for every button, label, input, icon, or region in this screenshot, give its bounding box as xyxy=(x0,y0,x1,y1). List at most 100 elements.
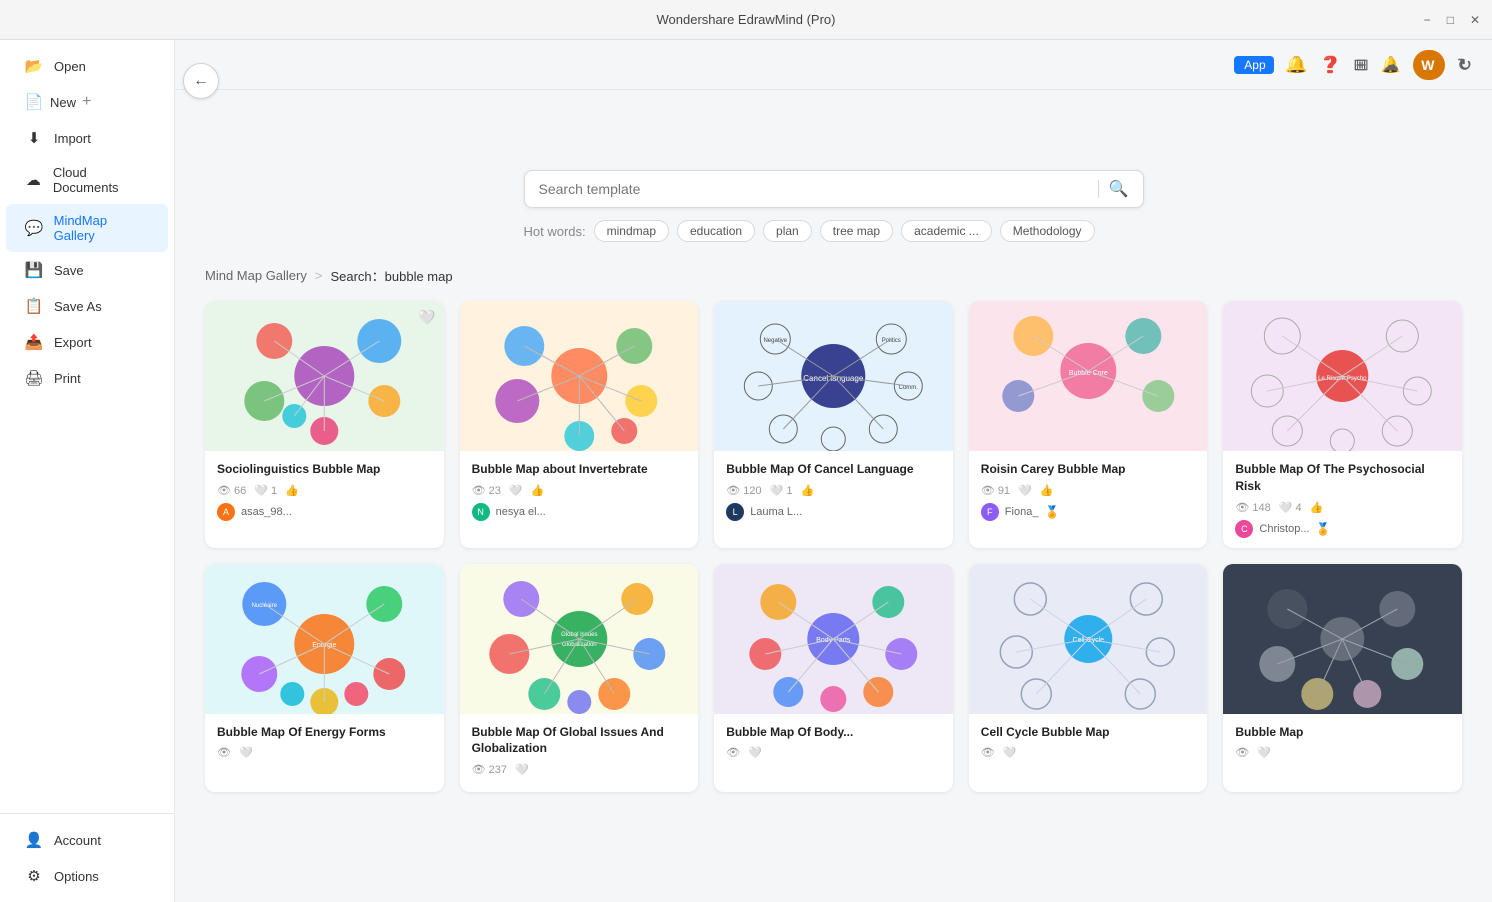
card-thumbnail xyxy=(460,301,699,451)
card-thumbnail xyxy=(1223,564,1462,714)
sidebar-item-export[interactable]: 📤 Export xyxy=(6,324,168,360)
card-stats: 👁 🤍 xyxy=(217,746,432,759)
minimize-btn[interactable]: − xyxy=(1424,13,1431,27)
maximize-btn[interactable]: □ xyxy=(1447,13,1454,27)
search-bar: 🔍 xyxy=(524,170,1144,208)
view-icon: 👁 91 xyxy=(981,484,1010,497)
gallery-card[interactable]: Energie Nucléaire xyxy=(205,564,444,793)
card-author: A asas_98... xyxy=(217,503,432,521)
close-btn[interactable]: ✕ xyxy=(1470,13,1480,27)
card-thumbnail: Bubble Core xyxy=(969,301,1208,451)
card-author: F Fiona_ 🏅 xyxy=(981,503,1196,521)
breadcrumb-gallery[interactable]: Mind Map Gallery xyxy=(205,268,307,283)
heart-icon[interactable]: 🤍 xyxy=(418,309,435,326)
sidebar: 📂 Open 📄 New + ⬇ Import ☁ Cloud Document… xyxy=(0,40,175,902)
print-icon: 🖨 xyxy=(24,369,44,387)
breadcrumb-current: Search：bubble map xyxy=(330,266,452,285)
gallery-card[interactable]: Cell Cycle xyxy=(969,564,1208,793)
user-initial-badge[interactable]: W xyxy=(1413,50,1443,80)
view-icon: 👁 xyxy=(1235,746,1249,759)
view-icon: 👁 148 xyxy=(1235,501,1270,514)
gallery-card[interactable]: 🤍 Duplicate Sociolinguistics Bubble Map … xyxy=(205,301,444,548)
sidebar-item-save-as[interactable]: 📋 Save As xyxy=(6,288,168,324)
tag-methodology[interactable]: Methodology xyxy=(1000,220,1095,242)
svg-text:Globalization: Globalization xyxy=(562,642,597,648)
sidebar-item-print[interactable]: 🖨 Print xyxy=(6,360,168,396)
sidebar-item-open[interactable]: 📂 Open xyxy=(6,48,168,84)
tag-treemap[interactable]: tree map xyxy=(820,220,893,242)
card-stats: 👁 🤍 xyxy=(1235,746,1450,759)
gallery-card[interactable]: Body Parts xyxy=(714,564,953,793)
sidebar-item-mindmap-gallery[interactable]: 💬 MindMap Gallery xyxy=(6,204,168,252)
cloud-upload-icon[interactable]: ☁ xyxy=(1383,55,1399,75)
titlebar: Wondershare EdrawMind (Pro) − □ ✕ xyxy=(0,0,1492,40)
sync-icon[interactable]: ↻ xyxy=(1457,55,1472,76)
gallery-card[interactable]: Le Risque Psycho xyxy=(1223,301,1462,548)
card-info: Sociolinguistics Bubble Map 👁 66 🤍 1 👍 A… xyxy=(205,451,444,531)
card-info: Bubble Map Of Global Issues And Globaliz… xyxy=(460,714,699,793)
gold-badge: 🏅 xyxy=(1044,505,1059,519)
sidebar-item-gallery-label: MindMap Gallery xyxy=(54,213,150,243)
svg-text:Global Issues: Global Issues xyxy=(561,632,597,638)
svg-text:Comm.: Comm. xyxy=(899,385,919,391)
like-icon: 🤍 1 xyxy=(254,484,277,497)
gallery-card[interactable]: Bubble Map 👁 🤍 xyxy=(1223,564,1462,793)
card-title: Bubble Map Of Global Issues And Globaliz… xyxy=(472,724,687,758)
thumb-icon: 👍 xyxy=(285,484,299,497)
card-stats: 👁 23 🤍 👍 xyxy=(472,484,687,497)
card-title: Bubble Map xyxy=(1235,724,1450,741)
view-icon: 👁 120 xyxy=(726,484,761,497)
author-name: Christop... xyxy=(1259,523,1309,535)
save-as-icon: 📋 xyxy=(24,297,44,315)
gallery-card[interactable]: Cancel language Negative Politics Comm. xyxy=(714,301,953,548)
author-name: Lauma L... xyxy=(750,506,802,518)
sidebar-item-save[interactable]: 💾 Save xyxy=(6,252,168,288)
gallery-card[interactable]: Bubble Core Roisin Carey Bubble M xyxy=(969,301,1208,548)
back-button-wrapper: ← xyxy=(175,55,227,107)
gallery-card[interactable]: Global Issues Globalization xyxy=(460,564,699,793)
card-title: Bubble Map Of Cancel Language xyxy=(726,461,941,478)
author-avatar: A xyxy=(217,503,235,521)
tag-mindmap[interactable]: mindmap xyxy=(594,220,669,242)
tag-plan[interactable]: plan xyxy=(763,220,812,242)
card-thumbnail: Body Parts xyxy=(714,564,953,714)
like-icon: 🤍 4 xyxy=(1279,501,1302,514)
tag-academic[interactable]: academic ... xyxy=(901,220,992,242)
topbar-right: App 🔔 ❓ ⊞ ☁ W ↻ xyxy=(1216,40,1492,90)
author-name: Fiona_ xyxy=(1005,506,1039,518)
sidebar-item-new[interactable]: 📄 New + xyxy=(6,84,168,120)
sidebar-item-account[interactable]: 👤 Account xyxy=(6,822,168,858)
author-avatar: L xyxy=(726,503,744,521)
card-thumbnail: Cell Cycle xyxy=(969,564,1208,714)
thumb-icon: 👍 xyxy=(531,484,545,497)
sidebar-item-export-label: Export xyxy=(54,335,92,350)
view-icon: 👁 xyxy=(726,746,740,759)
author-avatar: F xyxy=(981,503,999,521)
sidebar-item-save-label: Save xyxy=(54,263,84,278)
author-name: asas_98... xyxy=(241,506,292,518)
back-button[interactable]: ← xyxy=(183,63,219,99)
sidebar-item-account-label: Account xyxy=(54,833,101,848)
window-controls: − □ ✕ xyxy=(1424,13,1480,27)
card-thumbnail: Cancel language Negative Politics Comm. xyxy=(714,301,953,451)
tag-education[interactable]: education xyxy=(677,220,755,242)
card-stats: 👁 91 🤍 👍 xyxy=(981,484,1196,497)
bell-icon[interactable]: 🔔 xyxy=(1288,55,1308,75)
author-avatar: C xyxy=(1235,520,1253,538)
sidebar-item-options[interactable]: ⚙ Options xyxy=(6,858,168,894)
sidebar-item-print-label: Print xyxy=(54,371,81,386)
search-input[interactable] xyxy=(539,181,1088,197)
sidebar-bottom: 👤 Account ⚙ Options xyxy=(0,813,174,894)
like-icon: 🤍 xyxy=(1003,746,1017,759)
card-stats: 👁 🤍 xyxy=(726,746,941,759)
gallery-card[interactable]: Bubble Map about Invertebrate 👁 23 🤍 👍 N… xyxy=(460,301,699,548)
sidebar-item-cloud[interactable]: ☁ Cloud Documents xyxy=(6,156,168,204)
search-button[interactable]: 🔍 xyxy=(1109,179,1129,199)
app-badge-right[interactable]: App xyxy=(1236,56,1273,74)
gold-badge: 🏅 xyxy=(1316,522,1331,536)
sidebar-item-saveas-label: Save As xyxy=(54,299,102,314)
card-info: Cell Cycle Bubble Map 👁 🤍 xyxy=(969,714,1208,776)
help-circle-icon[interactable]: ❓ xyxy=(1322,55,1342,75)
grid-apps-icon[interactable]: ⊞ xyxy=(1356,55,1369,75)
sidebar-item-import[interactable]: ⬇ Import xyxy=(6,120,168,156)
